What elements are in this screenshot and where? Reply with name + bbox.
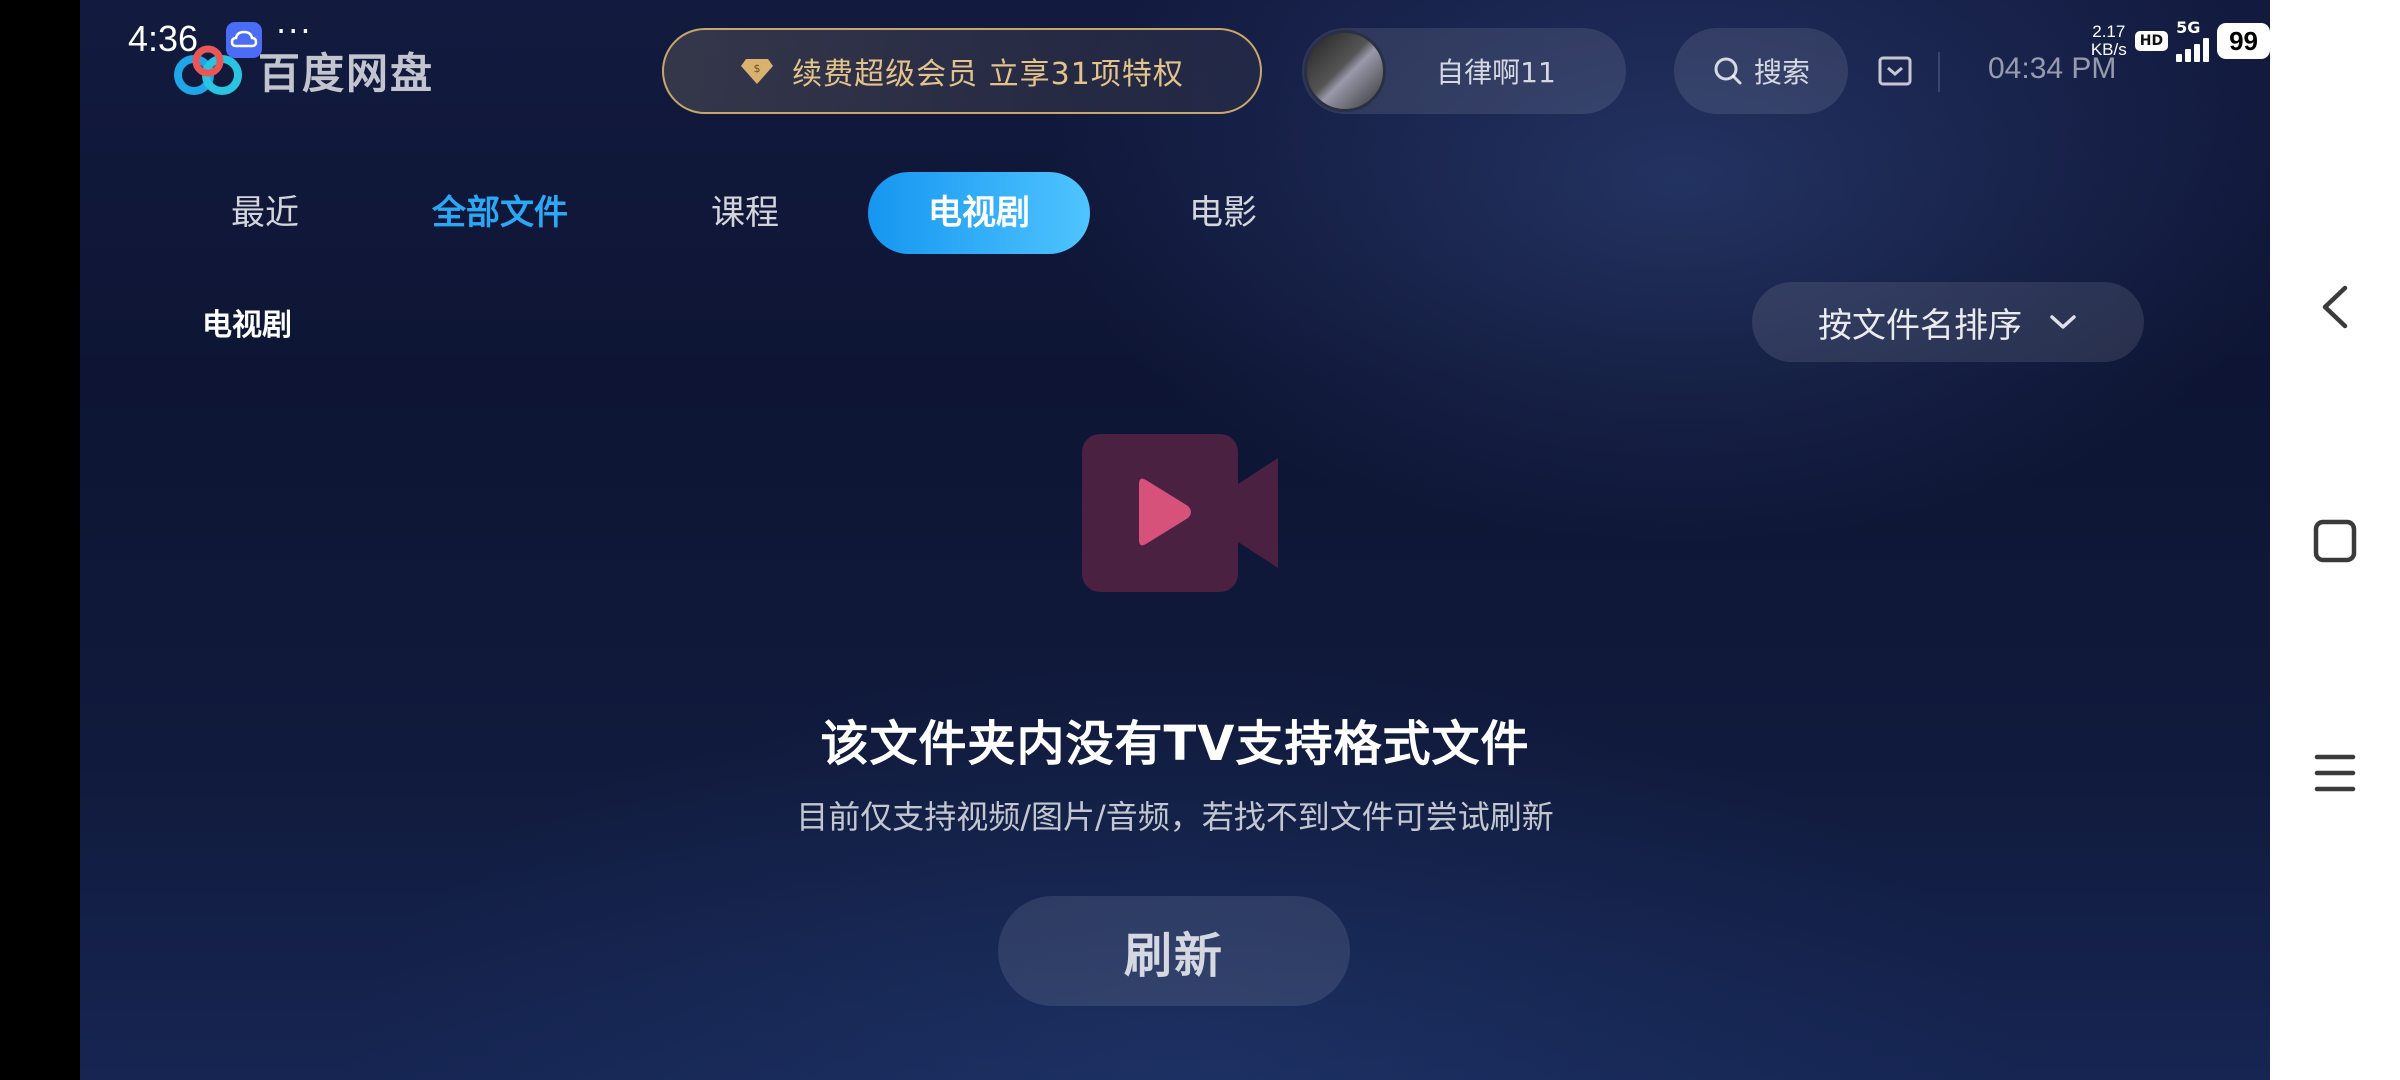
status-indicators: 2.17 KB/s HD 5G 99 [2091,20,2270,62]
back-icon [2322,285,2348,329]
user-account-button[interactable]: 自律啊11 [1302,28,1626,114]
nav-menu-button[interactable] [2270,728,2400,818]
status-time: 4:36 [128,18,199,59]
sort-dropdown[interactable]: 按文件名排序 [1752,282,2144,362]
nav-back-button[interactable] [2270,262,2400,352]
hd-badge: HD [2134,31,2169,51]
search-button[interactable]: 搜索 [1674,28,1848,114]
network-speed: 2.17 KB/s [2091,23,2127,59]
svg-text:$: $ [754,62,761,75]
tab-movies[interactable]: 电影 [1158,172,1288,254]
empty-state-title: 该文件夹内没有TV支持格式文件 [820,716,1530,772]
refresh-button[interactable]: 刷新 [998,896,1350,1006]
sort-label: 按文件名排序 [1818,305,2022,346]
battery-indicator: 99 [2217,23,2270,59]
tab-all-files[interactable]: 全部文件 [400,172,600,254]
tab-recent[interactable]: 最近 [200,172,330,254]
video-camera-icon [1082,434,1278,592]
network-type: 5G [2176,18,2201,37]
cloud-app-notification-icon [226,22,262,58]
menu-icon [2314,754,2356,792]
nav-home-button[interactable] [2270,496,2400,586]
chevron-down-icon [2050,315,2076,329]
inbox-icon [1878,56,1912,86]
empty-state-subtitle: 目前仅支持视频/图片/音频，若找不到文件可尝试刷新 [796,798,1554,836]
left-black-bar [0,0,80,1080]
home-square-icon [2313,519,2357,563]
system-nav-bar [2270,0,2400,1080]
signal-icon: 5G [2176,18,2210,62]
search-label: 搜索 [1753,56,1810,89]
user-name: 自律啊11 [1436,56,1556,89]
diamond-icon: $ [741,59,774,84]
tab-tv-series[interactable]: 电视剧 [868,172,1090,254]
search-icon [1714,57,1742,85]
avatar [1304,30,1386,112]
vip-promo-text: 续费超级会员 立享31项特权 [792,57,1184,92]
net-speed-unit: KB/s [2090,40,2127,59]
app-window: 百度网盘 $ 续费超级会员 立享31项特权 自律啊11 搜索 04:34 PM … [80,0,2270,1080]
folder-title: 电视剧 [202,308,292,343]
vip-renew-button[interactable]: $ 续费超级会员 立享31项特权 [662,28,1262,114]
message-button[interactable] [1878,56,1912,90]
more-notifications-icon: ··· [276,12,313,50]
tab-courses[interactable]: 课程 [680,172,810,254]
net-speed-value: 2.17 [2092,22,2126,41]
header-divider [1938,52,1940,92]
